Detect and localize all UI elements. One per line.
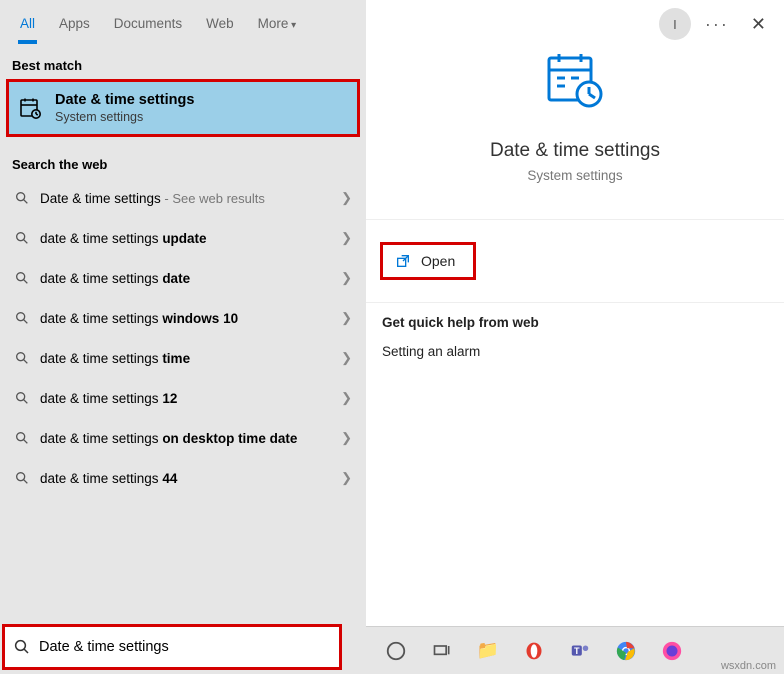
best-match-title: Date & time settings <box>55 92 194 108</box>
web-result-text: date & time settings update <box>40 231 341 246</box>
best-match-highlight: Date & time settings System settings <box>6 79 360 137</box>
tab-apps[interactable]: Apps <box>47 4 102 43</box>
cortana-icon[interactable] <box>384 639 408 663</box>
web-result-text: date & time settings windows 10 <box>40 311 341 326</box>
search-icon <box>14 190 30 206</box>
open-button-highlight: Open <box>380 242 476 280</box>
web-result-item[interactable]: date & time settings on desktop time dat… <box>0 418 366 458</box>
calendar-clock-icon <box>17 95 43 121</box>
opera-icon[interactable] <box>522 639 546 663</box>
web-result-item[interactable]: date & time settings update ❯ <box>0 218 366 258</box>
avatar[interactable]: I <box>659 8 691 40</box>
calendar-clock-large-icon <box>543 48 607 112</box>
watermark: wsxdn.com <box>721 660 776 672</box>
divider <box>366 302 784 303</box>
details-subtitle: System settings <box>376 168 774 183</box>
chevron-right-icon: ❯ <box>341 190 352 206</box>
search-input[interactable] <box>39 639 331 655</box>
chevron-right-icon: ❯ <box>341 310 352 326</box>
search-icon <box>14 390 30 406</box>
chevron-right-icon: ❯ <box>341 350 352 366</box>
search-icon <box>14 310 30 326</box>
chevron-right-icon: ❯ <box>341 430 352 446</box>
web-result-item[interactable]: date & time settings date ❯ <box>0 258 366 298</box>
best-match-subtitle: System settings <box>55 110 194 124</box>
help-link-alarm[interactable]: Setting an alarm <box>382 344 768 359</box>
search-web-label: Search the web <box>0 145 366 178</box>
search-icon <box>14 430 30 446</box>
file-explorer-icon[interactable]: 📁 <box>476 639 500 663</box>
help-section-title: Get quick help from web <box>382 315 768 330</box>
tab-web[interactable]: Web <box>194 4 246 43</box>
app-icon[interactable] <box>660 639 684 663</box>
search-filter-tabs: All Apps Documents Web More <box>0 0 366 46</box>
web-results-list: Date & time settings - See web results ❯… <box>0 178 366 498</box>
tab-all[interactable]: All <box>8 4 47 43</box>
chevron-right-icon: ❯ <box>341 470 352 486</box>
more-options-button[interactable]: ··· <box>705 14 729 35</box>
web-result-item[interactable]: date & time settings windows 10 ❯ <box>0 298 366 338</box>
open-icon <box>395 253 411 269</box>
web-result-text: date & time settings time <box>40 351 341 366</box>
web-result-text: Date & time settings - See web results <box>40 191 341 206</box>
search-box[interactable] <box>5 627 339 667</box>
web-result-text: date & time settings on desktop time dat… <box>40 431 341 446</box>
chevron-right-icon: ❯ <box>341 390 352 406</box>
divider <box>366 219 784 220</box>
best-match-result[interactable]: Date & time settings System settings <box>9 82 357 134</box>
open-button[interactable]: Open <box>383 245 473 277</box>
web-result-text: date & time settings 12 <box>40 391 341 406</box>
close-button[interactable]: ✕ <box>743 10 774 39</box>
web-result-item[interactable]: Date & time settings - See web results ❯ <box>0 178 366 218</box>
details-title: Date & time settings <box>376 140 774 162</box>
chevron-right-icon: ❯ <box>341 230 352 246</box>
search-icon <box>14 470 30 486</box>
chrome-icon[interactable] <box>614 639 638 663</box>
teams-icon[interactable]: T <box>568 639 592 663</box>
search-icon <box>14 230 30 246</box>
chevron-right-icon: ❯ <box>341 270 352 286</box>
web-result-item[interactable]: date & time settings 12 ❯ <box>0 378 366 418</box>
best-match-label: Best match <box>0 46 366 79</box>
svg-text:T: T <box>574 645 580 655</box>
tab-documents[interactable]: Documents <box>102 4 194 43</box>
task-view-icon[interactable] <box>430 639 454 663</box>
search-icon <box>14 350 30 366</box>
web-result-text: date & time settings date <box>40 271 341 286</box>
web-result-item[interactable]: date & time settings 44 ❯ <box>0 458 366 498</box>
open-label: Open <box>421 253 455 269</box>
search-icon <box>13 638 31 656</box>
tab-more[interactable]: More <box>246 4 309 43</box>
web-result-text: date & time settings 44 <box>40 471 341 486</box>
search-icon <box>14 270 30 286</box>
web-result-item[interactable]: date & time settings time ❯ <box>0 338 366 378</box>
search-box-highlight <box>2 624 342 670</box>
